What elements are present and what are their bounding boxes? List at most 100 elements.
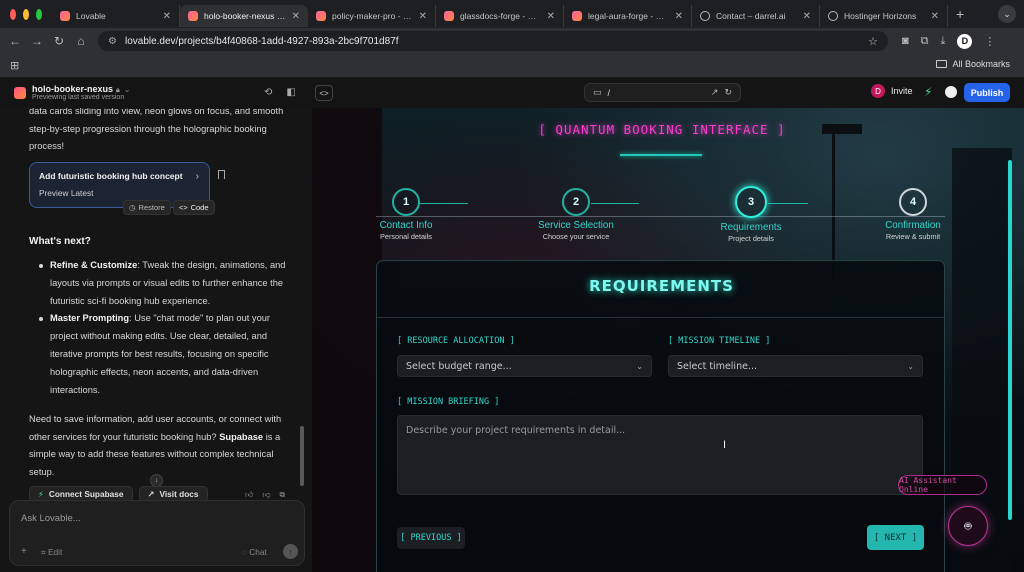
extensions-icon[interactable]: ⧉ [921, 35, 929, 48]
section-divider [377, 317, 944, 318]
progress-step[interactable]: 2 Service Selection Choose your service [516, 188, 636, 241]
ai-assistant-robot-icon[interactable]: 🤖︎ [948, 506, 988, 546]
code-view-toggle-icon[interactable]: <> [315, 85, 333, 101]
close-tab-icon[interactable]: ✕ [803, 11, 811, 22]
chat-mode-button[interactable]: ◌ Chat [242, 547, 267, 557]
preview-scrollbar[interactable] [1008, 160, 1012, 520]
timeline-select[interactable]: Select timeline... ⌄ [668, 355, 923, 377]
preview-url-bar[interactable]: ▭ / ↗ ↻ [584, 83, 741, 102]
bullet-text: : Use "chat mode" to plan out your proje… [50, 313, 271, 395]
download-icon[interactable]: ⤓ [941, 35, 946, 48]
briefing-textarea[interactable]: Describe your project requirements in de… [397, 415, 923, 495]
tab-search-icon[interactable]: ⌄ [998, 5, 1016, 23]
supabase-bolt-icon[interactable]: ⚡ [924, 85, 932, 99]
browser-tab[interactable]: legal-aura-forge - Lovable ✕ [564, 5, 692, 27]
browser-tab[interactable]: Lovable ✕ [52, 5, 180, 27]
close-tab-icon[interactable]: ✕ [547, 11, 555, 22]
refresh-preview-icon[interactable]: ↻ [724, 87, 732, 98]
camera-icon[interactable]: ◙ [902, 35, 909, 47]
next-steps-list: Refine & Customize: Tweak the design, an… [37, 257, 292, 399]
step-number: 4 [899, 188, 927, 216]
bookmark-icon[interactable] [218, 170, 225, 179]
address-bar[interactable]: ⚙ lovable.dev/projects/b4f40868-1add-492… [98, 31, 888, 51]
budget-select-value: Select budget range... [406, 360, 512, 372]
history-icon[interactable]: ⟲ [264, 87, 272, 98]
thumbs-down-icon[interactable]: 👎︎ [262, 490, 270, 500]
preview-path[interactable]: / [608, 88, 705, 98]
connect-supabase-label: Connect Supabase [48, 489, 124, 499]
previous-button[interactable]: [ PREVIOUS ] [397, 527, 465, 549]
close-tab-icon[interactable]: ✕ [419, 11, 427, 22]
mission-briefing-label: [ MISSION BRIEFING ] [397, 397, 500, 407]
open-external-icon[interactable]: ↗ [711, 87, 719, 98]
edit-label: Edit [47, 547, 63, 557]
browser-tab[interactable]: Hostinger Horizons ✕ [820, 5, 948, 27]
close-tab-icon[interactable]: ✕ [163, 11, 171, 22]
tab-title: Lovable [76, 11, 106, 21]
forward-arrow-icon[interactable]: → [26, 34, 48, 48]
profile-avatar[interactable]: D [957, 33, 973, 49]
visit-docs-label: Visit docs [159, 489, 199, 499]
budget-select[interactable]: Select budget range... ⌄ [397, 355, 652, 377]
progress-step[interactable]: 1 Contact Info Personal details [346, 188, 466, 241]
visual-edit-button[interactable]: ⌗ Edit [41, 547, 62, 558]
browser-menu-icon[interactable]: ⋮ [984, 35, 995, 48]
lovable-heart-icon [60, 11, 70, 21]
browser-tab-active[interactable]: holo-booker-nexus - Lovable ✕ [180, 5, 308, 27]
invite-button[interactable]: D Invite [871, 84, 913, 98]
device-toggle-icon[interactable]: ▭ [593, 87, 602, 98]
code-button[interactable]: <> Code [172, 200, 215, 215]
chat-message-text: data cards sliding into view, neon glows… [29, 108, 284, 151]
bookmark-star-icon[interactable]: ☆ [868, 35, 878, 48]
ai-status-badge: AI Assistant Online [898, 475, 987, 495]
progress-step-current[interactable]: 3 Requirements Project details [691, 186, 811, 243]
supabase-bold: Supabase [219, 431, 264, 442]
step-subtitle: Review & submit [885, 232, 941, 241]
close-window-button[interactable] [10, 8, 16, 20]
bullet-bold: Refine & Customize [50, 260, 138, 270]
minimize-window-button[interactable] [23, 8, 29, 20]
close-tab-icon[interactable]: ✕ [931, 11, 939, 22]
browser-tab[interactable]: policy-maker-pro - Lovable ✕ [308, 5, 436, 27]
new-tab-button[interactable]: + [956, 6, 964, 22]
back-arrow-icon[interactable]: ← [4, 34, 26, 48]
section-title: REQUIREMENTS [589, 277, 734, 295]
chat-input-box[interactable]: Ask Lovable... + ⌗ Edit ◌ Chat ↑ [9, 500, 305, 566]
all-bookmarks-label: All Bookmarks [952, 59, 1010, 69]
chevron-down-icon: ⌄ [123, 84, 131, 94]
step-subtitle: Personal details [380, 232, 432, 241]
project-info[interactable]: holo-booker-nexus 🔒︎ ⌄ Previewing last sav… [32, 84, 131, 102]
lock-icon: 🔒︎ [116, 86, 120, 94]
lovable-logo-icon[interactable] [14, 87, 26, 99]
browser-tab[interactable]: glassdocs-forge - Lovable ✕ [436, 5, 564, 27]
close-tab-icon[interactable]: ✕ [675, 11, 683, 22]
publish-button[interactable]: Publish [964, 83, 1010, 102]
apps-grid-icon[interactable]: ⊞ [10, 59, 19, 72]
restore-button[interactable]: ◷ Restore [123, 200, 171, 215]
sidebar-toggle-icon[interactable]: ◧ [286, 87, 295, 98]
chat-input-placeholder[interactable]: Ask Lovable... [21, 513, 81, 524]
progress-step[interactable]: 4 Confirmation Review & submit [853, 188, 973, 241]
send-arrow-icon[interactable]: ↑ [283, 544, 298, 559]
home-icon[interactable]: ⌂ [70, 34, 92, 48]
reload-icon[interactable]: ↻ [48, 34, 70, 48]
copy-icon[interactable]: ⧉ [280, 490, 286, 500]
maximize-window-button[interactable] [36, 8, 42, 20]
restore-label: Restore [138, 203, 165, 212]
next-button[interactable]: [ NEXT ] [867, 525, 924, 550]
close-tab-icon[interactable]: ✕ [292, 11, 300, 22]
project-status: Previewing last saved version [32, 94, 125, 102]
browser-toolbar: ← → ↻ ⌂ ⚙ lovable.dev/projects/b4f40868-… [0, 28, 1024, 54]
thumbs-up-icon[interactable]: 👍︎ [245, 490, 253, 500]
tab-title: glassdocs-forge - Lovable [460, 11, 541, 21]
version-card-title: Add futuristic booking hub concept [39, 171, 183, 181]
attach-plus-icon[interactable]: + [21, 546, 27, 557]
all-bookmarks-button[interactable]: All Bookmarks [936, 59, 1010, 69]
address-url[interactable]: lovable.dev/projects/b4f40868-1add-4927-… [125, 36, 860, 47]
site-settings-icon[interactable]: ⚙ [108, 36, 117, 47]
chat-scrollbar[interactable] [300, 426, 304, 486]
browser-tab[interactable]: Contact – darrel.ai ✕ [692, 5, 820, 27]
title-underline [620, 154, 702, 156]
github-icon[interactable] [945, 86, 957, 98]
edit-icon: ⌗ [41, 547, 48, 557]
